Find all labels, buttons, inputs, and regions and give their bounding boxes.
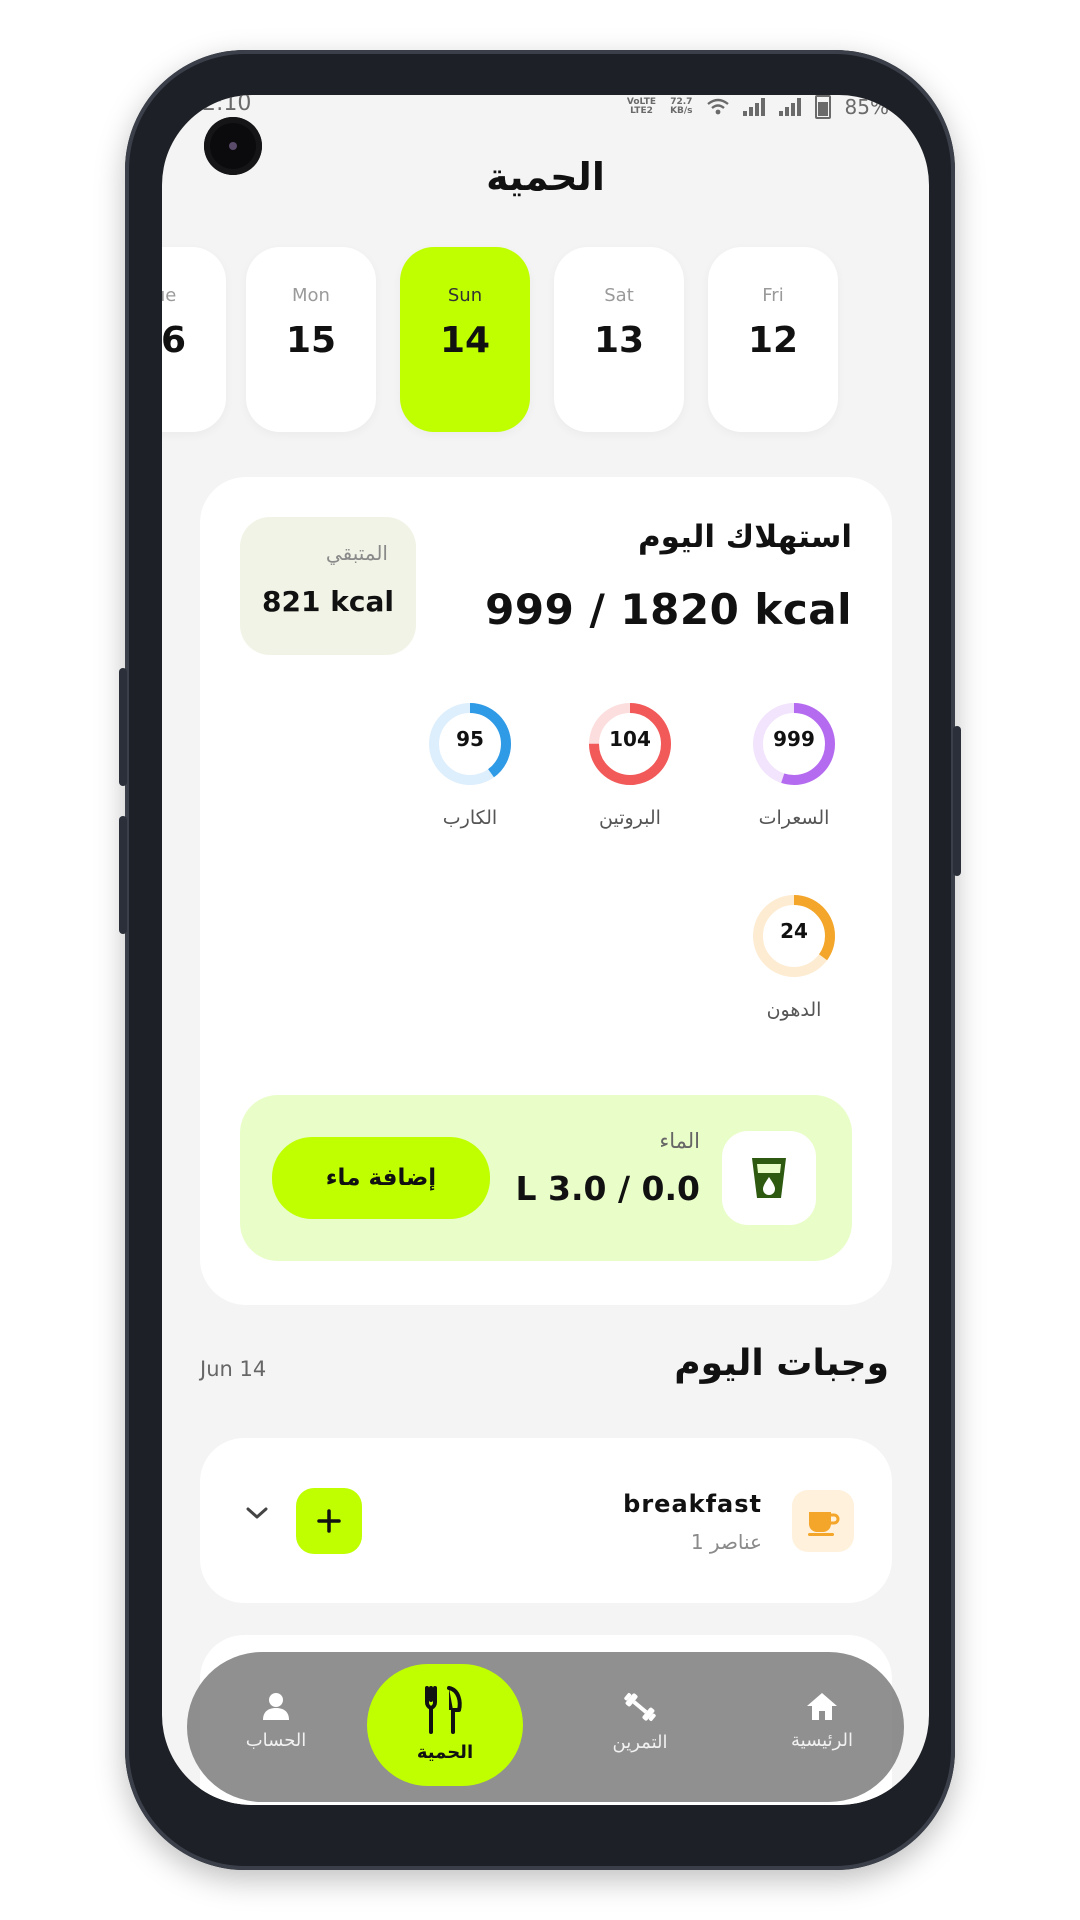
macro-ring-carbs: 95 الكارب: [410, 699, 530, 829]
protein-label: البروتين: [599, 807, 661, 829]
phone-power-button: [953, 726, 961, 876]
carbs-label: الكارب: [442, 807, 498, 829]
water-tracker: الماء L 3.0 / 0.0 إضافة ماء: [240, 1095, 852, 1261]
page-title: الحمية: [486, 155, 605, 199]
home-icon: [807, 1693, 837, 1720]
day-item-fri[interactable]: Fri 12: [708, 247, 838, 432]
carbs-value: 95: [456, 727, 484, 751]
water-value: L 3.0 / 0.0: [515, 1169, 700, 1208]
status-bar: 2:10 VoLTE LTE2 72.7 KB/s 85%: [162, 95, 929, 119]
status-time: 2:10: [202, 95, 252, 116]
battery-level: 85%: [844, 95, 889, 119]
chevron-down-icon[interactable]: [244, 1504, 270, 1522]
fat-value: 24: [780, 919, 808, 943]
remaining-calories-box: المتبقي 821 kcal: [240, 517, 416, 655]
status-icons: VoLTE LTE2 72.7 KB/s 85%: [627, 95, 889, 119]
app-screen: 2:10 VoLTE LTE2 72.7 KB/s 85% الحمية e 6…: [162, 95, 929, 1805]
calories-label: السعرات: [758, 807, 830, 829]
day-item-tue[interactable]: Tue 16: [162, 247, 226, 432]
signal-2-icon: [778, 98, 801, 116]
calories-value: 999: [773, 727, 815, 751]
nav-item-workout[interactable]: التمرين: [575, 1690, 705, 1753]
plus-icon: [317, 1509, 341, 1533]
fat-label: الدهون: [766, 999, 822, 1021]
network-indicator: VoLTE LTE2: [626, 97, 657, 116]
nav-item-account[interactable]: الحساب: [211, 1690, 341, 1751]
fork-knife-icon: [425, 1686, 462, 1734]
add-meal-item-button[interactable]: [296, 1488, 362, 1554]
bottom-navigation: الرئيسية التمرين الحمية الحساب: [187, 1652, 904, 1802]
protein-value: 104: [609, 727, 651, 751]
day-item-mon[interactable]: Mon 15: [246, 247, 376, 432]
nav-item-home[interactable]: الرئيسية: [757, 1690, 887, 1751]
remaining-value: 821 kcal: [262, 585, 394, 618]
remaining-label: المتبقي: [325, 541, 388, 565]
phone-volume-down-button: [119, 816, 127, 934]
meal-item-count: 1 عناصر: [690, 1530, 762, 1554]
consumption-total: 999 / 1820 kcal: [485, 585, 852, 634]
signal-1-icon: [742, 98, 765, 116]
water-label: الماء: [659, 1129, 700, 1153]
dumbbell-icon: [624, 1692, 656, 1722]
day-item-sun-selected[interactable]: Sun 14: [400, 247, 530, 432]
macro-ring-fat: 24 الدهون: [734, 891, 854, 1021]
water-icon-box: [722, 1131, 816, 1225]
add-water-button[interactable]: إضافة ماء: [272, 1137, 490, 1219]
meals-section-date: Jun 14: [200, 1357, 267, 1381]
speed-indicator: 72.7 KB/s: [670, 97, 693, 116]
water-cup-icon: [752, 1158, 786, 1198]
battery-icon: [814, 95, 831, 119]
wifi-icon: [706, 98, 729, 115]
meal-icon-box: [792, 1490, 854, 1552]
day-item-sat[interactable]: Sat 13: [554, 247, 684, 432]
phone-volume-up-button: [119, 668, 127, 786]
macro-ring-protein: 104 البروتين: [570, 699, 690, 829]
meal-name: breakfast: [623, 1490, 762, 1518]
day-selector: Tue 16 Mon 15 Sun 14 Sat 13 Fri 12: [162, 247, 929, 435]
meals-section-title: وجبات اليوم: [674, 1343, 889, 1384]
person-icon: [263, 1693, 289, 1720]
daily-consumption-card: استهلاك اليوم 999 / 1820 kcal المتبقي 82…: [200, 477, 892, 1305]
consumption-title: استهلاك اليوم: [637, 519, 852, 555]
meal-card-breakfast[interactable]: breakfast 1 عناصر: [200, 1438, 892, 1603]
macro-ring-calories: 999 السعرات: [734, 699, 854, 829]
nav-item-diet-active[interactable]: الحمية: [367, 1664, 523, 1786]
coffee-cup-icon: [808, 1512, 840, 1536]
